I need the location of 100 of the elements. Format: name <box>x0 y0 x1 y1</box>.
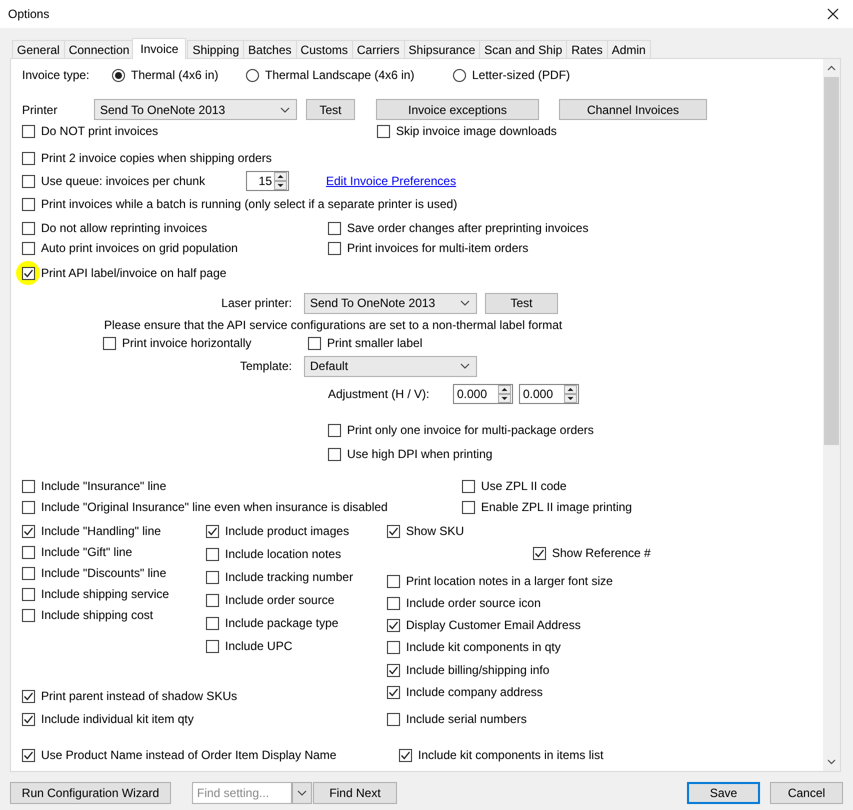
button[interactable]: Find Next <box>313 782 397 804</box>
close-icon <box>827 8 839 20</box>
checkbox[interactable] <box>206 616 219 630</box>
radio-button[interactable] <box>246 68 259 82</box>
search-field[interactable]: Find setting... <box>192 782 292 804</box>
checkbox-label: Include "Original Insurance" line even when insurance is disabled <box>41 500 388 514</box>
checkbox[interactable] <box>462 480 475 492</box>
checkbox[interactable] <box>399 748 412 762</box>
checkbox-label: Do NOT print invoices <box>41 124 158 138</box>
tab[interactable]: Scan and Ship <box>479 40 568 58</box>
checkbox[interactable] <box>206 570 219 584</box>
checkbox[interactable] <box>103 336 116 350</box>
checkbox[interactable] <box>328 222 341 234</box>
checkbox[interactable] <box>22 242 35 254</box>
button[interactable]: Test <box>306 99 355 120</box>
checkbox[interactable] <box>22 198 35 210</box>
checkbox[interactable] <box>328 448 341 460</box>
checkbox[interactable] <box>22 690 35 702</box>
checkbox-label: Enable ZPL II image printing <box>481 500 632 514</box>
tab[interactable]: General <box>12 40 65 58</box>
checkbox-label: Show SKU <box>406 524 464 538</box>
checkbox[interactable] <box>462 500 475 514</box>
button[interactable]: Test <box>485 292 558 314</box>
spinner-arrows-icon <box>274 172 287 190</box>
checkbox[interactable] <box>206 548 219 560</box>
radio-label: Thermal (4x6 in) <box>131 68 218 82</box>
checkbox[interactable] <box>206 640 219 652</box>
checkbox-label: Use queue: invoices per chunk <box>41 174 206 188</box>
checkbox[interactable] <box>22 566 35 580</box>
checkbox-label: Print API label/invoice on half page <box>41 266 226 280</box>
number-field[interactable]: 0.000 <box>519 384 579 404</box>
checkbox[interactable] <box>328 424 341 436</box>
dropdown[interactable]: Send To OneNote 2013 <box>304 292 477 314</box>
button[interactable]: Channel Invoices <box>559 99 707 120</box>
checkbox[interactable] <box>387 640 400 654</box>
dropdown-button[interactable] <box>292 782 312 804</box>
checkbox[interactable] <box>387 712 400 726</box>
checkbox[interactable] <box>22 222 35 234</box>
dropdown[interactable]: Send To OneNote 2013 <box>94 99 297 120</box>
checkbox-label: Print only one invoice for multi-package orders <box>347 423 594 437</box>
checkbox-label: Skip invoice image downloads <box>396 124 557 138</box>
checkbox[interactable] <box>387 618 400 632</box>
checkbox[interactable] <box>328 242 341 254</box>
checkbox-label: Include product images <box>225 524 350 538</box>
checkbox[interactable] <box>22 152 35 164</box>
radio-button[interactable] <box>453 68 466 82</box>
field-label: Adjustment (H / V): <box>328 387 430 401</box>
checkbox[interactable] <box>22 174 35 188</box>
tab[interactable]: Invoice <box>132 38 186 59</box>
link[interactable]: Edit Invoice Preferences <box>326 174 456 188</box>
button[interactable]: Save <box>687 782 760 804</box>
checkbox[interactable] <box>533 546 546 560</box>
checkbox[interactable] <box>387 686 400 698</box>
number-field[interactable]: 15 <box>246 171 289 191</box>
scrollbar-thumb[interactable] <box>824 77 839 445</box>
tab[interactable]: Admin <box>606 40 651 58</box>
field-label: Laser printer: <box>220 296 292 310</box>
checkbox[interactable] <box>387 664 400 676</box>
checkbox-label: Print invoices for multi-item orders <box>347 241 528 255</box>
checkbox-label: Include package type <box>225 616 338 630</box>
checkbox-label: Include UPC <box>225 639 292 653</box>
checkbox-label: Print invoice horizontally <box>122 336 252 350</box>
radio-label: Letter-sized (PDF) <box>472 68 570 82</box>
checkbox[interactable] <box>387 596 400 610</box>
checkbox[interactable] <box>22 546 35 558</box>
checkbox[interactable] <box>308 336 321 350</box>
checkbox[interactable] <box>22 266 35 280</box>
checkbox[interactable] <box>22 588 35 600</box>
checkbox-label: Print location notes in a larger font size <box>406 574 613 588</box>
checkbox-label: Show Reference # <box>552 546 651 560</box>
checkbox[interactable] <box>387 524 400 538</box>
tab[interactable]: Shipping <box>187 40 244 58</box>
checkbox[interactable] <box>22 712 35 726</box>
checkbox[interactable] <box>22 124 35 138</box>
dropdown[interactable]: Default <box>304 356 477 376</box>
checkbox-label: Include order source icon <box>406 596 541 610</box>
checkbox[interactable] <box>22 500 35 514</box>
number-field[interactable]: 0.000 <box>453 384 513 404</box>
button[interactable]: Run Configuration Wizard <box>10 782 171 804</box>
checkbox[interactable] <box>206 524 219 538</box>
checkbox-label: Print 2 invoice copies when shipping orders <box>41 151 272 165</box>
radio-button[interactable] <box>112 68 125 82</box>
checkbox[interactable] <box>206 594 219 606</box>
info-text: Please ensure that the API service configurations are set to a non-thermal label format <box>104 318 562 332</box>
tab[interactable]: Shipsurance <box>404 40 480 58</box>
checkbox-label: Use ZPL II code <box>481 479 567 493</box>
checkbox-label: Include "Insurance" line <box>41 479 166 493</box>
checkbox[interactable] <box>22 748 35 762</box>
checkbox[interactable] <box>22 608 35 622</box>
scrollbar[interactable] <box>823 59 840 771</box>
chevron-icon <box>297 790 307 796</box>
button[interactable]: Invoice exceptions <box>376 99 539 120</box>
checkbox-label: Include location notes <box>225 547 342 561</box>
checkbox[interactable] <box>387 574 400 588</box>
button[interactable]: Cancel <box>770 782 843 804</box>
window-title: Options <box>8 7 50 21</box>
checkbox[interactable] <box>377 124 390 138</box>
checkbox[interactable] <box>22 480 35 492</box>
checkbox[interactable] <box>22 524 35 538</box>
checkbox-label: Include serial numbers <box>406 712 527 726</box>
